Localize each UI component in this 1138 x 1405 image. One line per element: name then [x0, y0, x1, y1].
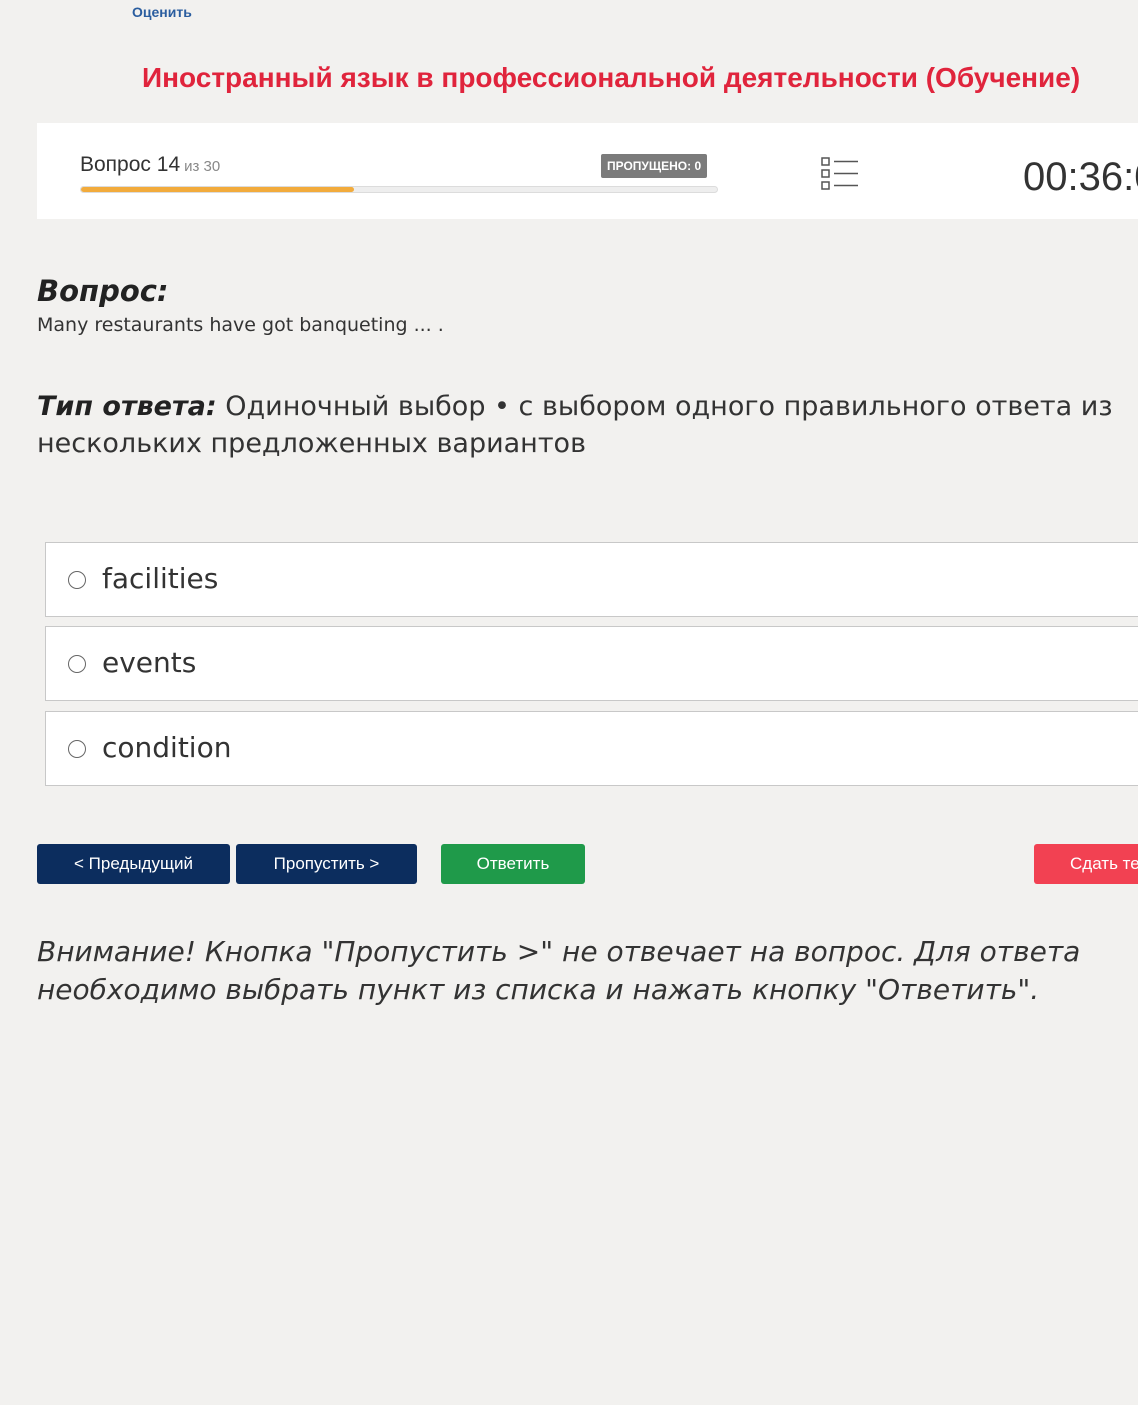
- warning-text: Внимание! Кнопка "Пропустить >" не отвеч…: [37, 935, 1081, 1006]
- question-list-icon[interactable]: [821, 156, 859, 192]
- answer-option[interactable]: facilities: [45, 542, 1138, 617]
- skipped-badge: ПРОПУЩЕНО: 0: [601, 154, 708, 178]
- radio-icon[interactable]: [68, 655, 86, 673]
- question-label: Вопрос:: [37, 274, 169, 308]
- answer-option[interactable]: condition: [45, 711, 1138, 786]
- progress-fill: [81, 187, 355, 192]
- question-prefix: Вопрос: [80, 153, 151, 176]
- answer-option[interactable]: events: [45, 626, 1138, 701]
- option-label: facilities: [102, 562, 219, 595]
- progress-bar: [80, 186, 718, 193]
- submit-test-button[interactable]: Сдать те: [1034, 844, 1138, 884]
- question-text: Many restaurants have got banqueting ...…: [37, 314, 444, 336]
- radio-icon[interactable]: [68, 571, 86, 589]
- course-title: Иностранный язык в профессиональной деят…: [142, 62, 1081, 93]
- answer-button[interactable]: Ответить: [441, 844, 585, 884]
- progress-panel: Вопрос 14из 30 ПРОПУЩЕНО: 0 00:36:0: [37, 123, 1138, 219]
- question-counter: Вопрос 14 из 30: [80, 153, 220, 177]
- option-label: events: [102, 646, 197, 679]
- skip-button[interactable]: Пропустить >: [236, 844, 417, 884]
- rate-link[interactable]: Оценить: [132, 4, 192, 20]
- question-current: 14: [156, 153, 181, 176]
- timer: 00:36:0: [1023, 155, 1138, 199]
- previous-button[interactable]: < Предыдущий: [37, 844, 230, 884]
- answer-type: Тип ответа: Одиночный выбор • с выбором …: [37, 388, 1117, 462]
- question-total: из 30: [184, 158, 221, 175]
- option-label: condition: [102, 731, 232, 764]
- radio-icon[interactable]: [68, 740, 86, 758]
- answer-type-label: Тип ответа:: [37, 391, 217, 422]
